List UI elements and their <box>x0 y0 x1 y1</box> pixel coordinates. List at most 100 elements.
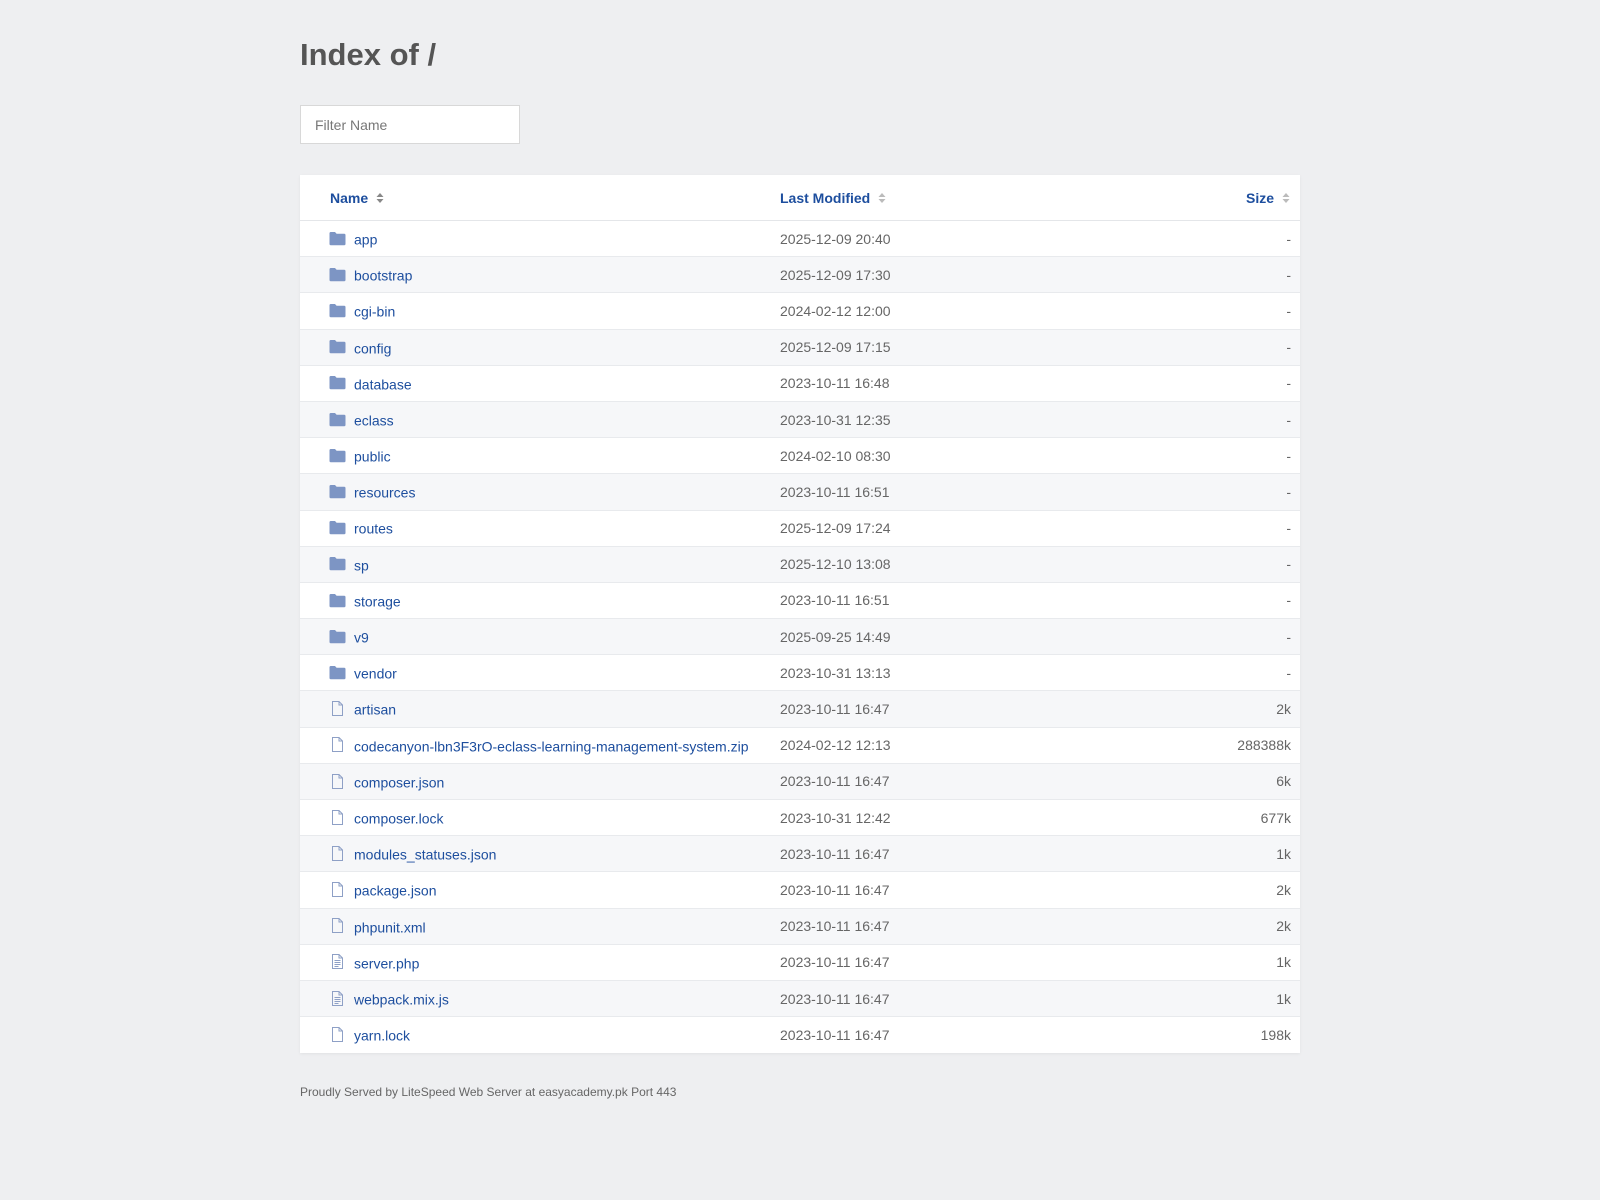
name-column-header: Name <box>300 175 780 221</box>
file-link[interactable]: phpunit.xml <box>354 919 426 935</box>
size-cell: - <box>1286 375 1291 392</box>
modified-cell: 2025-09-25 14:49 <box>780 628 891 645</box>
size-cell: 2k <box>1276 881 1291 898</box>
table-row: database 2023-10-11 16:48 - <box>300 365 1300 402</box>
file-icon <box>329 737 346 753</box>
name-cell: config <box>300 329 780 365</box>
size-cell: 2k <box>1276 701 1291 718</box>
size-cell: - <box>1286 520 1291 537</box>
folder-link[interactable]: sp <box>354 557 369 573</box>
folder-link[interactable]: bootstrap <box>354 267 412 283</box>
size-cell: - <box>1286 339 1291 356</box>
table-row: phpunit.xml 2023-10-11 16:47 2k <box>300 908 1300 945</box>
modified-cell: 2025-12-10 13:08 <box>780 556 891 573</box>
size-cell: - <box>1286 266 1291 283</box>
modified-cell: 2023-10-11 16:47 <box>780 773 890 790</box>
folder-link[interactable]: v9 <box>354 629 369 645</box>
page-title: Index of / <box>300 37 437 72</box>
name-cell: v9 <box>300 619 780 655</box>
table-row: sp 2025-12-10 13:08 - <box>300 546 1300 583</box>
table-header-row: Name Last Modified Size <box>300 175 1300 221</box>
folder-link[interactable]: cgi-bin <box>354 304 395 320</box>
name-cell: eclass <box>300 401 780 437</box>
size-cell: 1k <box>1276 954 1291 971</box>
modified-cell: 2023-10-11 16:47 <box>780 990 890 1007</box>
file-link[interactable]: composer.json <box>354 774 444 790</box>
name-cell: cgi-bin <box>300 293 780 329</box>
file-link[interactable]: modules_statuses.json <box>354 846 496 862</box>
folder-link[interactable]: storage <box>354 593 401 609</box>
folder-link[interactable]: config <box>354 340 391 356</box>
folder-icon <box>329 448 346 463</box>
folder-icon <box>329 375 346 390</box>
modified-cell: 2025-12-09 17:15 <box>780 339 891 356</box>
folder-link[interactable]: routes <box>354 521 393 537</box>
sort-arrows-icon[interactable] <box>878 192 886 204</box>
modified-cell: 2023-10-11 16:47 <box>780 701 890 718</box>
file-text-icon <box>329 954 346 970</box>
server-footer: Proudly Served by LiteSpeed Web Server a… <box>300 1085 677 1099</box>
table-row: resources 2023-10-11 16:51 - <box>300 473 1300 510</box>
modified-cell: 2023-10-11 16:48 <box>780 375 890 392</box>
table-row: v9 2025-09-25 14:49 - <box>300 618 1300 655</box>
modified-cell: 2024-02-10 08:30 <box>780 447 891 464</box>
sort-by-name-link[interactable]: Name <box>330 190 368 206</box>
folder-link[interactable]: vendor <box>354 665 397 681</box>
table-row: eclass 2023-10-31 12:35 - <box>300 401 1300 438</box>
folder-icon <box>329 484 346 499</box>
file-listing-table: Name Last Modified Size app 2025-12-09 20… <box>300 175 1300 1053</box>
sort-by-size-link[interactable]: Size <box>1246 190 1274 206</box>
name-cell: resources <box>300 474 780 510</box>
name-cell: app <box>300 221 780 257</box>
size-cell: 1k <box>1276 990 1291 1007</box>
name-cell: storage <box>300 582 780 618</box>
last-modified-column-header: Last Modified <box>780 175 1100 221</box>
file-icon <box>329 809 346 825</box>
folder-link[interactable]: public <box>354 448 391 464</box>
size-cell: 198k <box>1260 1026 1291 1043</box>
folder-icon <box>329 520 346 535</box>
file-link[interactable]: package.json <box>354 883 437 899</box>
size-cell: - <box>1286 592 1291 609</box>
modified-cell: 2023-10-11 16:51 <box>780 592 890 609</box>
modified-cell: 2024-02-12 12:13 <box>780 737 891 754</box>
size-cell: - <box>1286 447 1291 464</box>
folder-link[interactable]: app <box>354 231 377 247</box>
modified-cell: 2023-10-11 16:47 <box>780 1026 890 1043</box>
name-cell: codecanyon-lbn3F3rO-eclass-learning-mana… <box>300 727 780 763</box>
file-link[interactable]: webpack.mix.js <box>354 991 449 1007</box>
size-cell: 2k <box>1276 918 1291 935</box>
folder-link[interactable]: resources <box>354 485 415 501</box>
file-link[interactable]: codecanyon-lbn3F3rO-eclass-learning-mana… <box>354 738 749 754</box>
file-link[interactable]: artisan <box>354 702 396 718</box>
modified-cell: 2025-12-09 20:40 <box>780 230 891 247</box>
folder-icon <box>329 231 346 246</box>
sort-by-modified-link[interactable]: Last Modified <box>780 190 870 206</box>
modified-cell: 2024-02-12 12:00 <box>780 302 891 319</box>
size-cell: 677k <box>1260 809 1291 826</box>
sort-arrows-icon[interactable] <box>1282 192 1290 204</box>
file-link[interactable]: server.php <box>354 955 419 971</box>
folder-icon <box>329 267 346 282</box>
file-link[interactable]: yarn.lock <box>354 1028 410 1044</box>
size-column-header: Size <box>1100 175 1300 221</box>
folder-link[interactable]: eclass <box>354 412 394 428</box>
name-cell: modules_statuses.json <box>300 836 780 872</box>
table-row: bootstrap 2025-12-09 17:30 - <box>300 256 1300 293</box>
folder-link[interactable]: database <box>354 376 412 392</box>
filter-name-input[interactable] <box>300 105 520 144</box>
folder-icon <box>329 303 346 318</box>
modified-cell: 2023-10-31 12:35 <box>780 411 891 428</box>
sort-arrows-icon[interactable] <box>376 192 384 204</box>
modified-cell: 2023-10-11 16:47 <box>780 845 890 862</box>
table-row: webpack.mix.js 2023-10-11 16:47 1k <box>300 980 1300 1017</box>
folder-icon <box>329 556 346 571</box>
file-rows: app 2025-12-09 20:40 - bootstrap 2025-12-09 … <box>300 220 1300 1053</box>
name-cell: server.php <box>300 944 780 980</box>
file-link[interactable]: composer.lock <box>354 810 443 826</box>
size-cell: - <box>1286 302 1291 319</box>
file-icon <box>329 701 346 717</box>
table-row: cgi-bin 2024-02-12 12:00 - <box>300 292 1300 330</box>
modified-cell: 2023-10-31 13:13 <box>780 664 891 681</box>
size-cell: - <box>1286 628 1291 645</box>
